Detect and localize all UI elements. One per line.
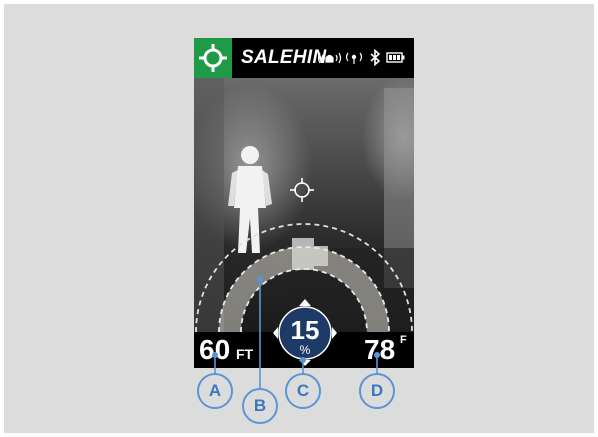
zoom-value: 15 bbox=[290, 315, 320, 345]
callout-c: C bbox=[285, 373, 321, 409]
thermal-view bbox=[194, 78, 414, 332]
range-unit: FT bbox=[236, 346, 254, 362]
thermal-scene bbox=[194, 78, 414, 332]
crosshair-icon bbox=[199, 44, 227, 72]
range-readout: 60 bbox=[199, 334, 231, 365]
temperature-readout: 78 bbox=[364, 334, 396, 365]
wireless-signal-icon bbox=[345, 52, 363, 64]
person-silhouette bbox=[228, 146, 272, 253]
target-mode-button[interactable] bbox=[194, 38, 232, 78]
callout-a: A bbox=[197, 373, 233, 409]
scene-wall-panels bbox=[194, 78, 414, 332]
brand-name: SALEHIN bbox=[241, 47, 327, 68]
status-icons bbox=[317, 48, 405, 67]
battery-icon bbox=[386, 52, 405, 63]
zoom-unit: % bbox=[299, 343, 311, 357]
callout-d: D bbox=[359, 373, 395, 409]
alarm-broadcast-icon bbox=[317, 52, 342, 64]
second-figure bbox=[292, 238, 328, 270]
bluetooth-icon bbox=[370, 48, 381, 67]
status-bar: SALEHIN bbox=[194, 38, 414, 78]
callout-b: B bbox=[242, 388, 278, 424]
temperature-unit: F bbox=[400, 334, 407, 346]
